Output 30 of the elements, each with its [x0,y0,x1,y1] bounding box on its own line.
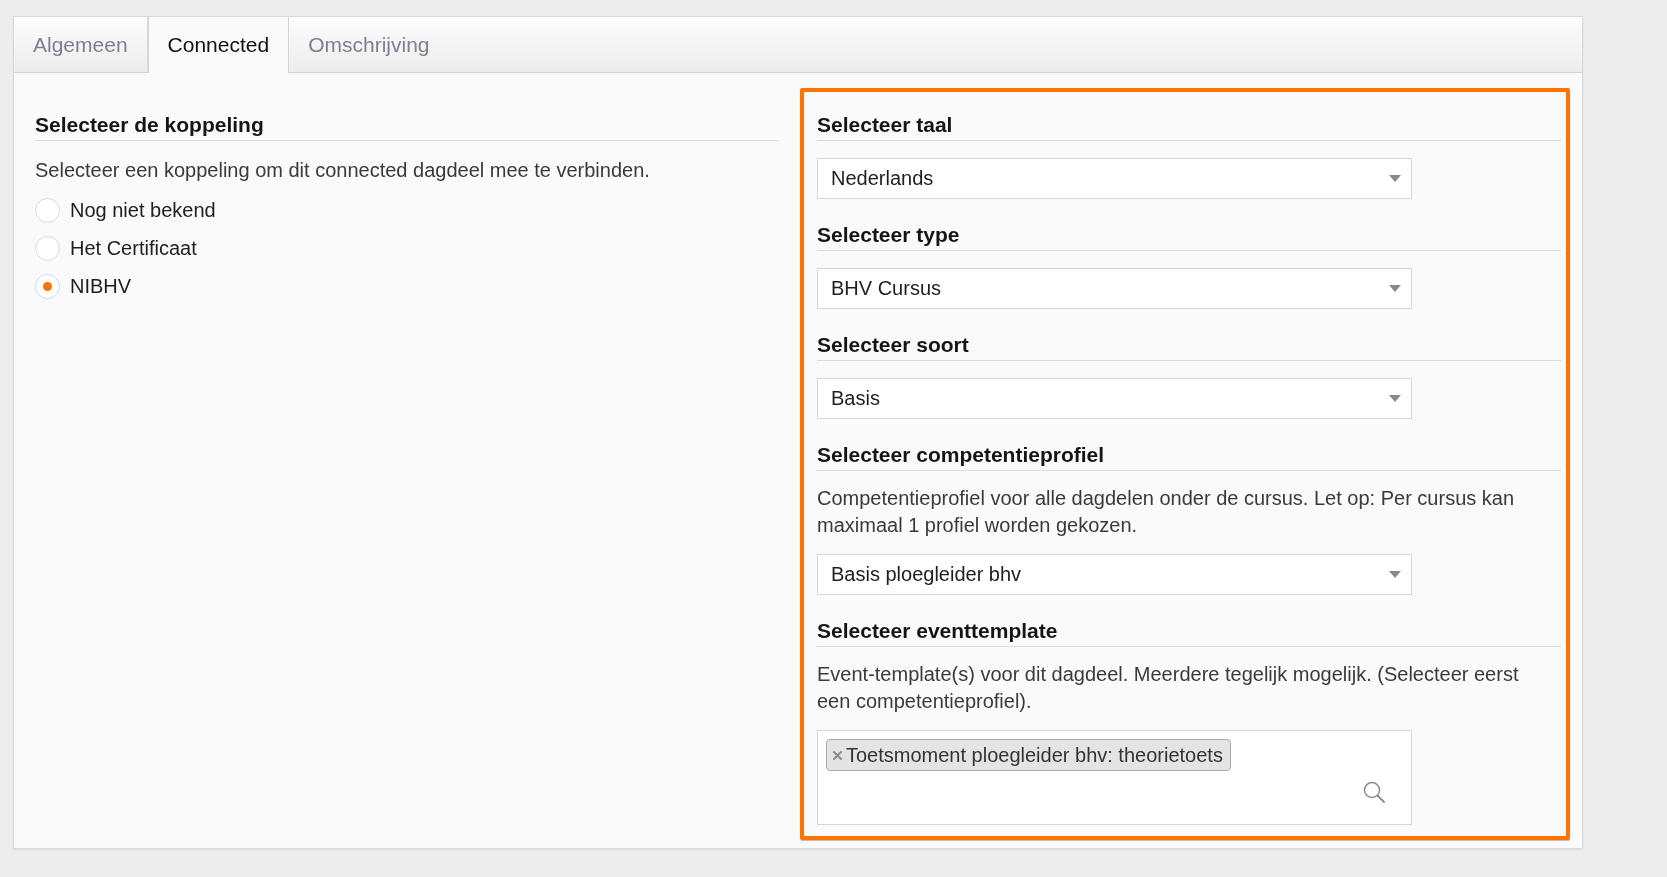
caret-icon [1389,571,1401,578]
help-text: Event-template(s) voor dit dagdeel. Meerdere tegelijk mogelijk. (Selecteer eerst een competentieprofiel). [817,662,1520,714]
tab[interactable]: Algemeen [14,17,148,73]
multiselect-field[interactable]: Toetsmoment ploegleider bhv: theorietoets [817,730,1412,825]
radio-button[interactable] [35,235,60,261]
tab[interactable]: Connected [147,17,290,73]
tag-label: Toetsmoment ploegleider bhv: theorietoets [846,743,1223,767]
help-text: Selecteer een koppeling om dit connected dagdeel mee te verbinden. [35,158,651,183]
caret-icon [1389,395,1401,402]
radio-button[interactable] [35,197,60,223]
radio-label: Het Certificaat [70,236,197,260]
section-heading: Selecteer eventtemplate [817,618,1561,647]
caret-icon [1389,175,1401,182]
section-heading: Selecteer competentieprofiel [817,442,1561,471]
dropdown[interactable]: BHV Cursus [817,268,1412,309]
section-heading: Selecteer type [817,222,1561,251]
radio-button[interactable] [35,273,60,299]
close-icon[interactable] [833,750,842,760]
help-text: Competentieprofiel voor alle dagdelen onder de cursus. Let op: Per cursus kan maximaal 1 profiel worden gekozen. [817,486,1516,538]
dropdown[interactable]: Nederlands [817,158,1412,199]
radio-label: Nog niet bekend [70,198,216,222]
section-heading: Selecteer taal [817,112,1561,141]
section-heading: Selecteer de koppeling [35,112,779,141]
section-heading: Selecteer soort [817,332,1561,361]
dropdown[interactable]: Basis [817,378,1412,419]
dropdown[interactable]: Basis ploegleider bhv [817,554,1412,595]
radio-label: NIBHV [70,274,132,298]
caret-icon [1389,285,1401,292]
tab[interactable]: Omschrijving [289,17,449,73]
search-icon[interactable] [1363,781,1385,803]
